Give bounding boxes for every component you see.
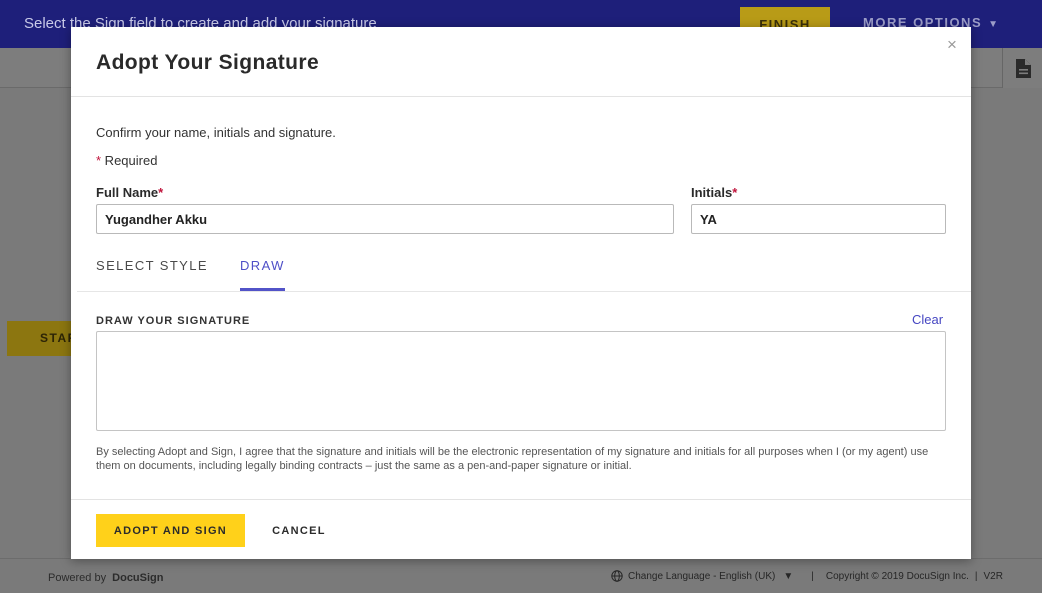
- full-name-label: Full Name*: [96, 185, 164, 200]
- confirm-instructions: Confirm your name, initials and signatur…: [96, 125, 336, 140]
- footer-divider: [71, 499, 971, 500]
- adopt-and-sign-button[interactable]: ADOPT AND SIGN: [96, 514, 245, 547]
- active-tab-indicator: [240, 288, 285, 291]
- tab-draw[interactable]: DRAW: [240, 258, 285, 273]
- page-footer: Powered by DocuSign Change Language - En…: [0, 558, 1042, 593]
- signature-draw-pad[interactable]: [96, 331, 946, 431]
- draw-signature-label: DRAW YOUR SIGNATURE: [96, 315, 251, 327]
- powered-by: Powered by DocuSign: [48, 572, 164, 584]
- document-icon-glyph: [1015, 58, 1031, 78]
- powered-by-text: Powered by: [48, 572, 107, 584]
- initials-label: Initials*: [691, 185, 738, 200]
- tab-select-style[interactable]: SELECT STYLE: [96, 258, 208, 273]
- adopt-signature-modal: Adopt Your Signature × Confirm your name…: [71, 27, 971, 559]
- copyright-text: Copyright © 2019 DocuSign Inc.: [825, 570, 969, 582]
- version-text: V2R: [983, 570, 1003, 582]
- language-caret-icon[interactable]: ▼: [783, 571, 793, 582]
- cancel-button[interactable]: CANCEL: [261, 514, 337, 547]
- document-icon[interactable]: [1002, 48, 1042, 88]
- required-text: Required: [101, 153, 158, 168]
- footer-separator: |: [811, 570, 814, 582]
- header-divider: [71, 96, 971, 97]
- caret-down-icon: ▼: [988, 19, 1000, 30]
- clear-link[interactable]: Clear: [912, 312, 943, 327]
- close-icon[interactable]: ×: [947, 35, 957, 55]
- full-name-field[interactable]: [96, 204, 674, 234]
- footer-separator-2: |: [974, 570, 978, 582]
- change-language-link[interactable]: Change Language - English (UK): [628, 571, 775, 582]
- tabs-divider: [77, 291, 971, 292]
- globe-icon: [611, 570, 623, 582]
- docusign-logo: DocuSign: [112, 572, 164, 584]
- footer-links: Change Language - English (UK) ▼ | Copyr…: [611, 570, 1003, 582]
- initials-field[interactable]: [691, 204, 946, 234]
- legal-disclaimer: By selecting Adopt and Sign, I agree tha…: [96, 446, 929, 472]
- modal-title: Adopt Your Signature: [96, 51, 320, 74]
- required-note: * Required: [96, 153, 157, 168]
